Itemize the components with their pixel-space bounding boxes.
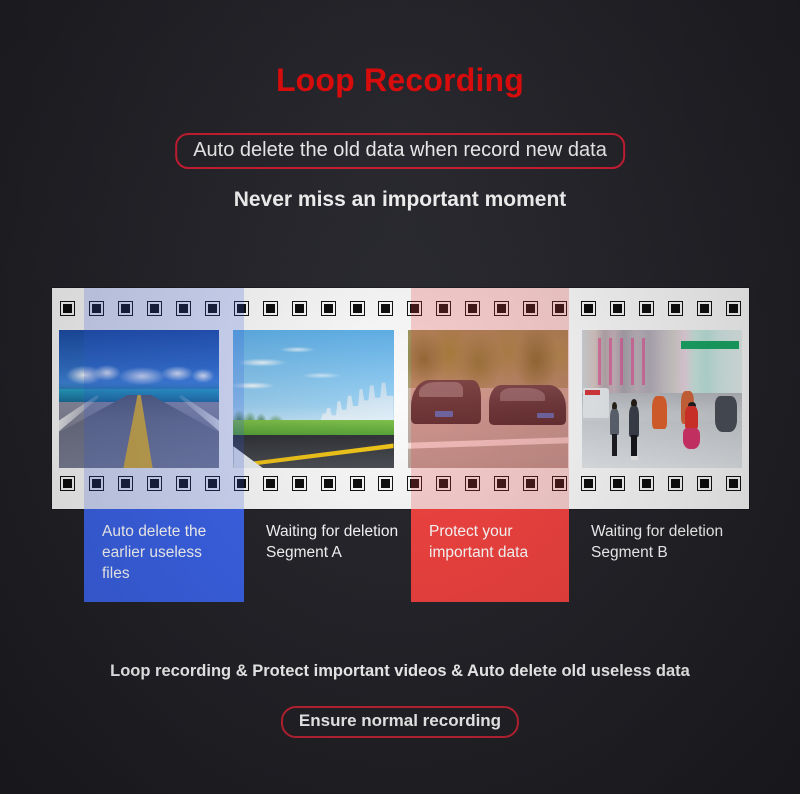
- sprocket-hole-icon: [117, 476, 133, 491]
- filmstrip-frames: [52, 330, 749, 468]
- page-title: Loop Recording: [275, 62, 525, 98]
- caption-segment-b: Waiting for deletion Segment B: [569, 509, 749, 602]
- caption-protect-text: Protect your important data: [429, 523, 529, 561]
- sprocket-hole-icon: [320, 476, 336, 491]
- footer-badge: Ensure normal recording: [280, 706, 520, 738]
- sprocket-hole-icon: [320, 301, 336, 316]
- sprocket-hole-icon: [465, 476, 481, 491]
- footer-badge-text: Ensure normal recording: [298, 711, 502, 730]
- sprocket-hole-icon: [725, 476, 741, 491]
- sprocket-hole-icon: [60, 301, 75, 316]
- tagline: Never miss an important moment: [233, 188, 567, 211]
- sprocket-row-top: [52, 301, 749, 320]
- sprocket-hole-icon: [552, 476, 568, 491]
- car-collision-photo: [407, 330, 568, 468]
- hanging-banners: [597, 338, 653, 386]
- sprocket-hole-icon: [523, 301, 539, 316]
- film-frame-3: [407, 330, 568, 468]
- sprocket-hole-icon: [262, 476, 278, 491]
- sprocket-hole-icon: [610, 476, 626, 491]
- warm-tint-overlay: [407, 330, 568, 468]
- sprocket-hole-icon: [696, 476, 712, 491]
- caption-protect: Protect your important data: [411, 509, 569, 602]
- caption-segment-a: Waiting for deletion Segment A: [244, 509, 411, 602]
- highlight-callout-box: Auto delete the old data when record new…: [175, 133, 625, 169]
- parked-van: [583, 387, 609, 419]
- sprocket-hole-icon: [88, 476, 104, 491]
- sprocket-hole-icon: [204, 301, 220, 316]
- sprocket-hole-icon: [436, 476, 452, 491]
- pedestrian-legs: [631, 434, 638, 458]
- city-skyline-road-photo: [233, 330, 394, 468]
- sprocket-hole-icon: [552, 301, 568, 316]
- sprocket-hole-icon: [349, 476, 365, 491]
- sprocket-hole-icon: [175, 301, 191, 316]
- scooter-body: [682, 427, 701, 450]
- busy-street-photo: [581, 330, 742, 468]
- sprocket-hole-icon: [494, 301, 510, 316]
- sprocket-hole-icon: [88, 301, 104, 316]
- cloud-layer: [59, 363, 220, 386]
- sprocket-hole-icon: [291, 476, 307, 491]
- sprocket-hole-icon: [175, 476, 191, 491]
- footer-summary: Loop recording & Protect important video…: [110, 662, 690, 680]
- caption-auto-delete-text: Auto delete the earlier useless files: [102, 523, 207, 582]
- sprocket-hole-icon: [204, 476, 220, 491]
- scooter-rider-orange: [652, 396, 667, 430]
- caption-segment-a-text: Waiting for deletion Segment A: [266, 523, 399, 561]
- pedestrian-left: [609, 401, 620, 457]
- pedestrian-coat: [629, 406, 640, 437]
- caption-auto-delete: Auto delete the earlier useless files: [84, 509, 244, 602]
- sprocket-hole-icon: [233, 301, 249, 316]
- caption-segment-b-text: Waiting for deletion Segment B: [591, 523, 724, 561]
- van-stripe: [584, 390, 601, 396]
- sprocket-hole-icon: [60, 476, 75, 491]
- film-frame-2: [233, 330, 394, 468]
- sprocket-hole-icon: [146, 301, 162, 316]
- film-frame-4: [581, 330, 742, 468]
- pedestrian-coat: [610, 408, 620, 436]
- sprocket-hole-icon: [233, 476, 249, 491]
- sprocket-hole-icon: [378, 476, 394, 491]
- scooter-right: [714, 396, 738, 433]
- sprocket-hole-icon: [291, 301, 307, 316]
- sprocket-hole-icon: [465, 301, 481, 316]
- film-frame-1: [59, 330, 220, 468]
- sprocket-hole-icon: [146, 476, 162, 491]
- sprocket-hole-icon: [581, 301, 597, 316]
- rider-jacket: [685, 405, 698, 429]
- pedestrian-legs: [611, 433, 618, 456]
- sprocket-hole-icon: [117, 301, 133, 316]
- pedestrian-shoes: [630, 456, 638, 460]
- sprocket-hole-icon: [407, 301, 423, 316]
- sprocket-hole-icon: [262, 301, 278, 316]
- sprocket-hole-icon: [494, 476, 510, 491]
- sprocket-hole-icon: [639, 301, 655, 316]
- sprocket-hole-icon: [436, 301, 452, 316]
- highway-over-sea-photo: [59, 330, 220, 468]
- scooter-rider-red: [681, 401, 703, 452]
- filmstrip: [52, 288, 749, 509]
- sprocket-hole-icon: [725, 301, 741, 316]
- caption-row: Auto delete the earlier useless files Wa…: [52, 509, 749, 602]
- sprocket-hole-icon: [407, 476, 423, 491]
- sprocket-hole-icon: [581, 476, 597, 491]
- green-signboard: [681, 341, 739, 350]
- sprocket-row-bottom: [52, 476, 749, 495]
- sprocket-hole-icon: [639, 476, 655, 491]
- sprocket-hole-icon: [523, 476, 539, 491]
- sprocket-hole-icon: [668, 476, 684, 491]
- sprocket-hole-icon: [610, 301, 626, 316]
- loop-recording-infographic: Loop Recording Auto delete the old data …: [0, 0, 800, 794]
- sprocket-hole-icon: [696, 301, 712, 316]
- sprocket-hole-icon: [349, 301, 365, 316]
- sprocket-hole-icon: [378, 301, 394, 316]
- pedestrian-right: [628, 399, 640, 460]
- sprocket-hole-icon: [668, 301, 684, 316]
- highlight-callout-text: Auto delete the old data when record new…: [193, 139, 607, 161]
